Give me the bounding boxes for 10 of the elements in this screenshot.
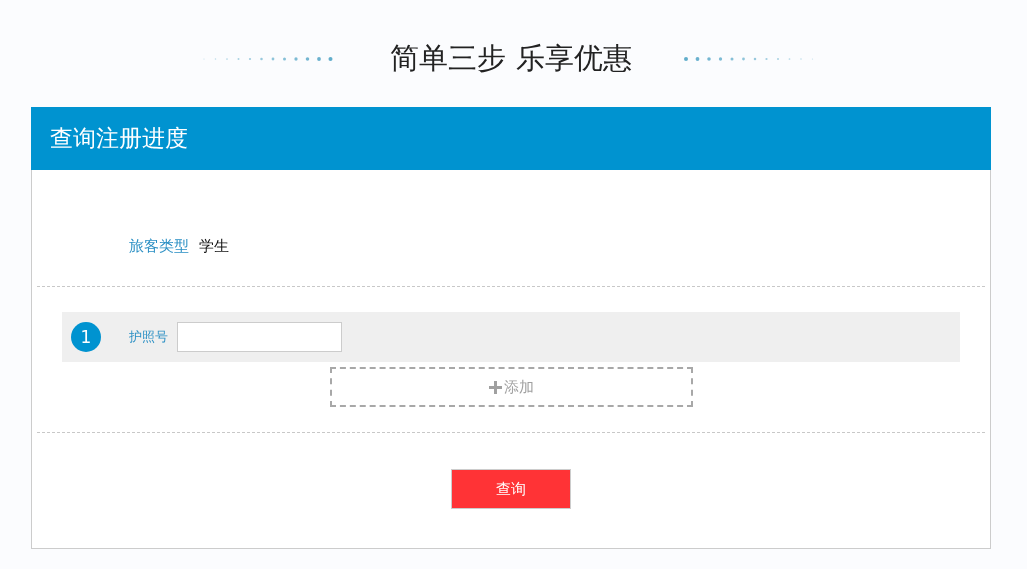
panel-title: 查询注册进度 xyxy=(50,124,188,153)
field-label: 护照号 xyxy=(129,328,168,346)
add-button[interactable]: 添加 xyxy=(329,367,693,407)
plus-icon xyxy=(488,380,502,394)
input-field[interactable] xyxy=(177,322,342,352)
page-heading: 简单三步 乐享优惠 xyxy=(390,40,632,77)
number-badge: 1 xyxy=(71,322,101,352)
query-button[interactable]: 查询 xyxy=(451,469,571,509)
field-label: 旅客类型 xyxy=(129,236,189,256)
field-value: 学生 xyxy=(199,236,229,256)
